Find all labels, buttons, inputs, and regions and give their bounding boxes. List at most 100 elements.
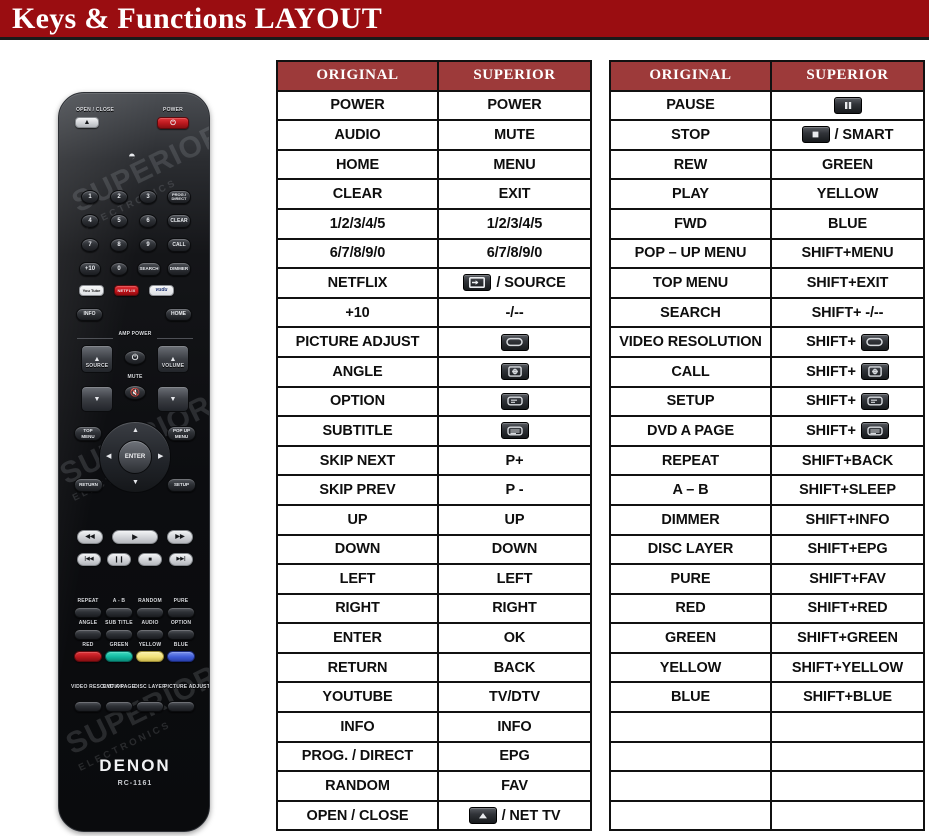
cell-superior: 6/7/8/9/0 [437, 237, 592, 270]
remote-button-search[interactable]: SEARCH [137, 262, 161, 276]
remote-label-source: SOURCE [85, 363, 109, 369]
cell-original: AUDIO [276, 119, 439, 151]
cell-superior [437, 355, 592, 388]
remote-button-1[interactable]: 1 [81, 190, 99, 204]
remote-button-5[interactable]: 5 [110, 214, 128, 228]
remote-button-option[interactable] [167, 629, 195, 640]
cell-superior: SHIFT+EXIT [770, 267, 925, 299]
remote-button-pop-up-menu[interactable]: POP UP MENU [167, 426, 196, 441]
remote-label-angle: ANGLE [78, 620, 98, 626]
table-row: DISC LAYER SHIFT+EPG [609, 533, 925, 566]
remote-button-dvd-a-page[interactable] [105, 701, 133, 712]
dpad-left-icon[interactable]: ◀ [106, 453, 111, 460]
cell-superior: SHIFT+ [770, 385, 925, 418]
remote-button-enter[interactable]: ENTER [118, 440, 152, 474]
remote-button-audio[interactable] [136, 629, 164, 640]
dpad-right-icon[interactable]: ▶ [158, 453, 163, 460]
table-row: AUDIO MUTE [276, 119, 592, 151]
table-row: RED SHIFT+RED [609, 592, 925, 625]
remote-label-a-b: A - B [112, 598, 126, 604]
remote-button-picture-adjust[interactable] [167, 701, 195, 712]
table-left-header-superior: SUPERIOR [437, 60, 592, 92]
page-banner: Keys & Functions LAYOUT [0, 0, 929, 40]
remote-button-7[interactable]: 7 [81, 238, 99, 252]
remote-label-disc-layer: DISC LAYER [134, 684, 166, 690]
cell-superior: SHIFT+INFO [770, 503, 925, 536]
cell-superior: OK [437, 622, 592, 654]
remote-button-skip-next[interactable]: ▶▶| [169, 553, 193, 566]
remote-button-prog-direct[interactable]: PROG./DIRECT [167, 190, 191, 204]
remote-button-skip-prev[interactable]: |◀◀ [77, 553, 101, 566]
remote-button-9[interactable]: 9 [139, 238, 157, 252]
remote-button-call[interactable]: CALL [167, 238, 191, 252]
remote-button-random[interactable] [136, 607, 164, 618]
dpad-down-icon[interactable]: ▼ [132, 479, 139, 486]
remote-button-yellow[interactable] [136, 651, 164, 662]
cell-superior: GREEN [770, 148, 925, 181]
remote-button-setup[interactable]: SETUP [167, 478, 196, 492]
table-row: FWD BLUE [609, 207, 925, 240]
remote-button-blue[interactable] [167, 651, 195, 662]
remote-button-top-menu[interactable]: TOP MENU [74, 426, 102, 441]
table-row [609, 799, 925, 832]
remote-button-green[interactable] [105, 651, 133, 662]
remote-button-a-b[interactable] [105, 607, 133, 618]
remote-button-4[interactable]: 4 [81, 214, 99, 228]
remote-button-power[interactable]: ⏻ [157, 117, 189, 129]
cell-original: DVD A PAGE [609, 415, 772, 447]
cell-original: INFO [276, 711, 439, 743]
remote-brand-logo: DENON [99, 756, 171, 775]
remote-button-2[interactable]: 2 [110, 190, 128, 204]
remote-button-8[interactable]: 8 [110, 238, 128, 252]
remote-button-netflix[interactable]: NETFLIX [114, 285, 139, 296]
cell-content [441, 333, 588, 351]
cell-original: PLAY [609, 178, 772, 210]
remote-button-clear[interactable]: CLEAR [167, 214, 191, 228]
remote-button-info[interactable]: INFO [76, 308, 103, 321]
cell-superior-label: SHIFT+ [806, 422, 856, 439]
remote-button-play[interactable]: ▶ [112, 530, 158, 544]
remote-button-angle[interactable] [74, 629, 102, 640]
cell-superior: RIGHT [437, 592, 592, 625]
remote-label-green: GREEN [109, 642, 129, 648]
option-icon [860, 392, 889, 410]
remote-button-source-down[interactable]: ▼ [81, 386, 113, 412]
table-row: NETFLIX / SOURCE [276, 267, 592, 299]
remote-button-video-resolution[interactable] [74, 701, 102, 712]
remote-button-stop[interactable]: ■ [138, 553, 162, 566]
remote-button-pause[interactable]: ❙❙ [107, 553, 131, 566]
remote-button-mute[interactable]: 🔇 [124, 385, 146, 400]
remote-button-3[interactable]: 3 [139, 190, 157, 204]
remote-button-6[interactable]: 6 [139, 214, 157, 228]
remote-button-vudu[interactable]: vudu [149, 285, 174, 296]
remote-button-subtitle[interactable] [105, 629, 133, 640]
table-row: POWER POWER [276, 89, 592, 122]
remote-button-fast-forward[interactable]: ▶▶ [167, 530, 193, 544]
remote-button-open-close[interactable]: ▲ [75, 117, 99, 128]
cell-superior: SHIFT+ [770, 355, 925, 388]
remote-button-rewind[interactable]: ◀◀ [77, 530, 103, 544]
remote-button-return[interactable]: RETURN [74, 478, 103, 492]
remote-button-disc-layer[interactable] [136, 701, 164, 712]
remote-button-0[interactable]: 0 [110, 262, 128, 276]
cell-original: A – B [609, 474, 772, 506]
cell-original: STOP [609, 119, 772, 151]
remote-button-red[interactable] [74, 651, 102, 662]
remote-button-repeat[interactable] [74, 607, 102, 618]
remote-button-amp-power[interactable]: ⏻ [124, 350, 146, 365]
table-row: GREEN SHIFT+GREEN [609, 622, 925, 654]
cell-original: CALL [609, 355, 772, 388]
cell-content: / SOURCE [441, 274, 588, 292]
remote-button-pure[interactable] [167, 607, 195, 618]
cell-superior: / SMART [770, 119, 925, 151]
remote-button-volume-down[interactable]: ▼ [157, 386, 189, 412]
remote-button-dimmer[interactable]: DIMMER [167, 262, 191, 276]
dpad-up-icon[interactable]: ▲ [132, 427, 139, 434]
remote-button-youtube[interactable]: You Tube [79, 285, 104, 296]
cell-superior-label: SHIFT+ [806, 393, 856, 410]
cell-original: OPTION [276, 385, 439, 418]
cell-superior: EPG [437, 740, 592, 773]
remote-button-plus10[interactable]: +10 [79, 262, 101, 276]
remote-button-home[interactable]: HOME [165, 308, 192, 321]
cell-original: +10 [276, 296, 439, 329]
